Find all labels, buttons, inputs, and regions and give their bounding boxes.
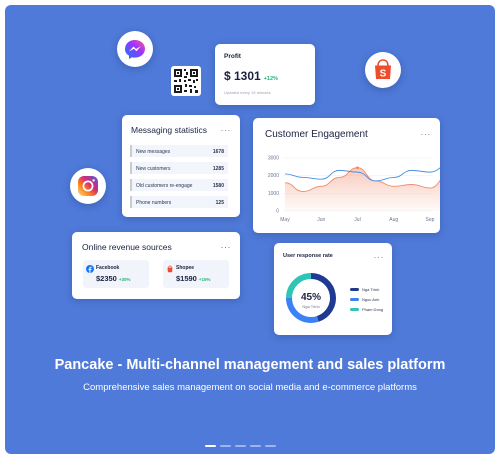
series-area (285, 167, 440, 211)
x-tick-label: Jul (354, 217, 360, 223)
y-tick-label: 3000 (268, 156, 279, 162)
profit-note: Updated every 15 minutes (224, 90, 271, 95)
pager-dot[interactable] (205, 445, 216, 447)
response-person: Nga Trinh (302, 304, 319, 309)
more-icon[interactable]: ··· (221, 126, 232, 135)
stat-row-new-customers: New customers 1285 (130, 162, 228, 174)
messaging-statistics-card: Messaging statistics ··· New messages 167… (122, 115, 240, 217)
engagement-chart: 0 1000 2000 3000 May Jun Jul Aug Sep (268, 156, 440, 223)
messaging-title: Messaging statistics (131, 125, 208, 135)
qr-code-icon (171, 66, 201, 96)
legend-item: Nga Trinh (350, 287, 379, 292)
subheadline: Comprehensive sales management on social… (83, 382, 417, 393)
y-tick-label: 2000 (268, 173, 279, 179)
y-tick-label: 1000 (268, 191, 279, 197)
legend-item: Phạm Dong (350, 307, 383, 312)
more-icon[interactable]: ··· (221, 243, 232, 252)
stat-row-phone-numbers: Phone numbers 125 (130, 196, 228, 208)
pager-dot[interactable] (220, 445, 231, 447)
stat-row-new-messages: New messages 1678 (130, 145, 228, 157)
x-tick-label: Sep (426, 217, 435, 223)
revenue-title: Online revenue sources (82, 242, 172, 252)
x-tick-label: Aug (389, 217, 398, 223)
shopee-icon: S (365, 52, 401, 88)
online-revenue-card: Online revenue sources ··· Facebook $235… (72, 232, 240, 299)
profit-title: Profit (224, 53, 241, 60)
facebook-icon (86, 265, 94, 273)
instagram-icon (70, 168, 106, 204)
legend-item: Ngọc Anh (350, 297, 379, 302)
revenue-source-facebook: Facebook $2350 +30% (83, 260, 149, 288)
pager-dot[interactable] (235, 445, 246, 447)
revenue-source-shopee: Shopee $1590 +15% (163, 260, 229, 288)
shopee-icon (167, 265, 173, 273)
stat-row-old-customers: Old customers re-engage 1580 (130, 179, 228, 191)
data-point (356, 166, 359, 170)
profit-change: +12% (263, 76, 278, 82)
messenger-icon (117, 31, 153, 67)
y-tick-label: 0 (276, 209, 279, 215)
x-tick-label: Jun (317, 217, 325, 223)
x-tick-label: May (280, 217, 290, 223)
svg-text:S: S (380, 69, 387, 80)
hero-panel: Profit $ 1301 +12% Updated every 15 minut… (5, 5, 495, 454)
response-percent: 45% (301, 292, 321, 303)
headline: Pancake - Multi-channel management and s… (54, 357, 446, 373)
customer-engagement-card: Customer Engagement ··· 0 1000 2000 3000 May… (253, 118, 440, 233)
user-response-card: User response rate ··· 45% Nga Trinh Nga… (274, 243, 392, 335)
pager-dot[interactable] (265, 445, 276, 447)
profit-amount: $ 1301 +12% (224, 69, 278, 83)
profit-card: Profit $ 1301 +12% Updated every 15 minut… (215, 44, 315, 105)
pager-dot[interactable] (250, 445, 261, 447)
